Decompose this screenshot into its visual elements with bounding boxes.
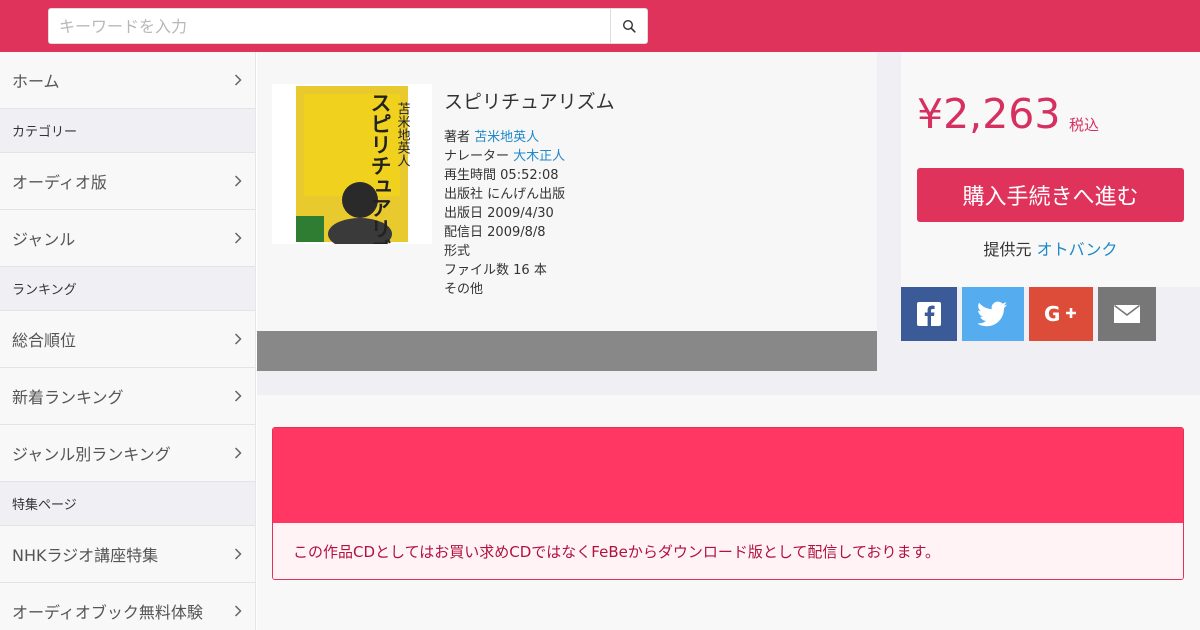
share-mail-button[interactable]	[1098, 287, 1156, 341]
meta-value: 16 本	[513, 263, 547, 278]
sidebar-item[interactable]: オーディオ版	[0, 153, 255, 210]
chevron-right-icon	[234, 333, 242, 345]
book-cover: 苫米地英人 スピリチュアリズム	[272, 84, 432, 281]
meta-label: 出版日	[444, 206, 484, 221]
buy-button[interactable]: 購入手続きへ進む	[917, 168, 1184, 222]
notice-box: この作品CDとしてはお買い求めCDではなくFeBeからダウンロード版として配信し…	[272, 427, 1184, 580]
meta-link[interactable]: 苫米地英人	[474, 130, 539, 145]
notice-header	[273, 428, 1183, 523]
sidebar-item-label: ジャンル別ランキング	[12, 445, 171, 464]
meta-value: にんげん出版	[487, 187, 566, 202]
chevron-right-icon	[234, 390, 242, 402]
chevron-right-icon	[234, 74, 242, 86]
price-unit: 税込	[1069, 116, 1100, 134]
meta-value: 2009/8/8	[487, 225, 546, 240]
provider-label: 提供元	[983, 240, 1032, 259]
search-bar	[48, 8, 648, 44]
meta-label: 形式	[444, 244, 471, 259]
chevron-right-icon	[234, 548, 242, 560]
sidebar-item-label: オーディオブック無料体験	[12, 603, 203, 622]
search-input[interactable]	[48, 8, 610, 44]
meta-label: その他	[444, 282, 484, 297]
sidebar-item-label: ジャンル	[12, 230, 76, 249]
meta-row: ファイル数 16 本	[444, 261, 565, 280]
meta-label: 著者	[444, 130, 471, 145]
sidebar-item[interactable]: 総合順位	[0, 311, 255, 368]
notice-text: この作品CDとしてはお買い求めCDではなくFeBeからダウンロード版として配信し…	[273, 523, 1183, 579]
chevron-right-icon	[234, 605, 242, 617]
sidebar-item[interactable]: ホーム	[0, 52, 255, 109]
mail-icon	[1114, 304, 1140, 323]
meta-row: 形式	[444, 242, 565, 261]
meta-value: 05:52:08	[500, 168, 559, 183]
meta-row: 再生時間 05:52:08	[444, 166, 565, 185]
provider-line: 提供元 オトバンク	[901, 236, 1200, 260]
share-google-plus-button[interactable]: G	[1029, 287, 1093, 341]
sidebar-item[interactable]: ジャンル別ランキング	[0, 425, 255, 482]
chevron-right-icon	[234, 232, 242, 244]
sidebar-nav: ホームカテゴリーオーディオ版 ジャンルランキング総合順位新着ランキングジャンル別ラ…	[0, 52, 256, 630]
sidebar-section-label: カテゴリー	[12, 125, 78, 140]
meta-row: 出版日 2009/4/30	[444, 204, 565, 223]
meta-link[interactable]: 大木正人	[513, 149, 565, 164]
sidebar-item-label: 新着ランキング	[12, 388, 124, 407]
cover-author-text: 苫米地英人	[395, 101, 411, 167]
sidebar-section-label: ランキング	[12, 283, 77, 298]
facebook-icon	[917, 302, 941, 326]
sample-player-bar[interactable]	[257, 331, 877, 371]
meta-label: ファイル数	[444, 263, 510, 278]
product-meta: 著者 苫米地英人 ナレーター 大木正人 再生時間 05:52:08 出版社 にんげん出…	[444, 128, 565, 299]
provider-link[interactable]: オトバンク	[1037, 240, 1118, 259]
search-icon	[622, 19, 636, 33]
meta-label: ナレーター	[444, 149, 510, 164]
sidebar-item-label: NHKラジオ講座特集	[12, 546, 159, 565]
cover-title-text: スピリチュアリズム	[368, 92, 392, 244]
meta-row: 配信日 2009/8/8	[444, 223, 565, 242]
sidebar-item[interactable]: ジャンル	[0, 210, 255, 267]
product-title: スピリチュアリズム	[444, 91, 615, 113]
price: ¥2,263	[917, 90, 1061, 138]
meta-value: 2009/4/30	[487, 206, 554, 221]
sidebar-section-header: 特集ページ	[0, 482, 255, 526]
sidebar-item[interactable]: オーディオブック無料体験	[0, 583, 255, 630]
sidebar-item-label: オーディオ版	[12, 173, 107, 192]
sidebar-section-header: ランキング	[0, 267, 255, 311]
search-button[interactable]	[610, 8, 648, 44]
meta-row: その他	[444, 280, 565, 299]
meta-row: 出版社 にんげん出版	[444, 185, 565, 204]
sidebar-section-label: 特集ページ	[12, 498, 77, 513]
share-facebook-button[interactable]	[901, 287, 957, 341]
meta-row: 著者 苫米地英人	[444, 128, 565, 147]
chevron-right-icon	[234, 175, 242, 187]
meta-label: 再生時間	[444, 168, 497, 183]
sidebar-item[interactable]: 新着ランキング	[0, 368, 255, 425]
chevron-right-icon	[234, 447, 242, 459]
sidebar-item-label: ホーム	[12, 72, 60, 91]
meta-label: 出版社	[444, 187, 484, 202]
top-header	[0, 0, 1200, 52]
twitter-icon	[978, 301, 1007, 327]
meta-row: ナレーター 大木正人	[444, 147, 565, 166]
meta-label: 配信日	[444, 225, 484, 240]
sidebar-item[interactable]: NHKラジオ講座特集	[0, 526, 255, 583]
sidebar-item-label: 総合順位	[12, 331, 77, 350]
share-twitter-button[interactable]	[962, 287, 1024, 341]
google-plus-icon: G	[1044, 303, 1076, 325]
svg-text:G: G	[1044, 303, 1060, 325]
sidebar-section-header: カテゴリー	[0, 109, 255, 153]
